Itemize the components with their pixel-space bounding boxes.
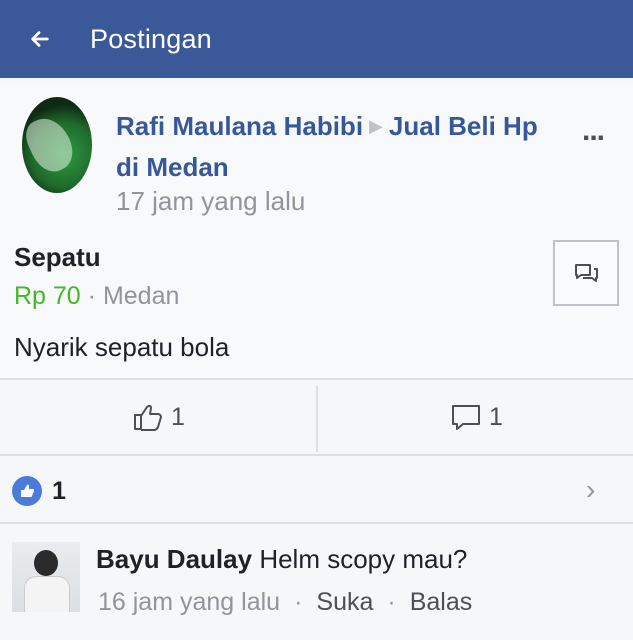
post-description: Nyarik sepatu bola [14,332,230,362]
commenter-avatar[interactable] [12,542,80,612]
product-title: Sepatu [14,242,101,272]
separator-dot: · [87,282,103,310]
comment-item: Bayu Daulay Helm scopy mau? 16 jam yang … [0,532,633,632]
comment-reply-link[interactable]: Balas [410,588,473,616]
post-card: Rafi Maulana Habibi ▶ Jual Beli Hp di Meda… [0,84,633,378]
message-seller-button[interactable] [553,240,619,306]
price-location-line: Rp 70 · Medan [14,282,179,311]
post-timestamp[interactable]: 17 jam yang lalu [116,186,305,217]
author-avatar[interactable] [22,97,92,193]
like-action-button[interactable]: 1 [0,380,316,454]
top-navigation-bar: Postingan [0,0,633,78]
action-divider [316,386,318,452]
separator-dot: · [294,588,303,616]
back-arrow-icon [31,31,49,47]
more-options-button[interactable]: ... [582,114,605,148]
back-button[interactable] [0,0,80,78]
comment-icon [452,405,481,430]
page-title: Postingan [90,23,212,54]
reactions-summary[interactable]: 1 › [0,462,633,518]
product-price: Rp 70 [14,282,81,310]
divider [0,522,633,524]
comment-action-button[interactable]: 1 [318,380,633,454]
comment-text: Helm scopy mau? [259,544,468,574]
divider [0,454,633,456]
chevron-right-icon[interactable]: › [586,474,595,506]
thumbs-up-icon [134,404,163,431]
product-location: Medan [102,282,180,310]
comment-timestamp: 16 jam yang lalu [98,588,281,616]
author-name-link[interactable]: Rafi Maulana Habibi [116,111,363,141]
message-icon [575,264,598,282]
comment-like-link[interactable]: Suka [316,588,373,616]
post-header: Rafi Maulana Habibi ▶ Jual Beli Hp di Meda… [116,106,566,188]
like-reaction-icon [12,476,42,506]
separator-dot: · [387,588,396,616]
comment-body: Bayu Daulay Helm scopy mau? [96,544,467,575]
reaction-count: 1 [52,477,66,505]
like-count: 1 [171,402,185,431]
comment-count: 1 [489,402,503,431]
comment-meta: 16 jam yang lalu · Suka · Balas [98,588,472,617]
commenter-name[interactable]: Bayu Daulay [96,544,252,574]
arrow-right-icon: ▶ [369,116,383,136]
